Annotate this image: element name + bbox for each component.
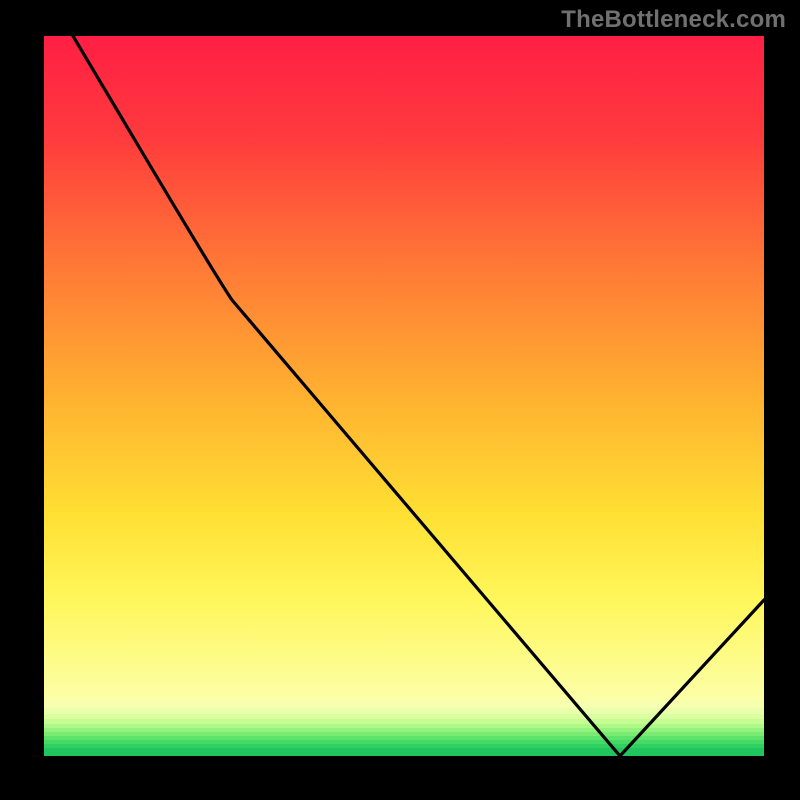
plot-area xyxy=(44,36,764,756)
gradient-main xyxy=(44,36,764,701)
chart-root: TheBottleneck.com xyxy=(0,0,800,800)
chart-svg xyxy=(0,0,800,800)
watermark-text: TheBottleneck.com xyxy=(561,6,786,34)
gradient-bottom-bands xyxy=(44,701,764,756)
